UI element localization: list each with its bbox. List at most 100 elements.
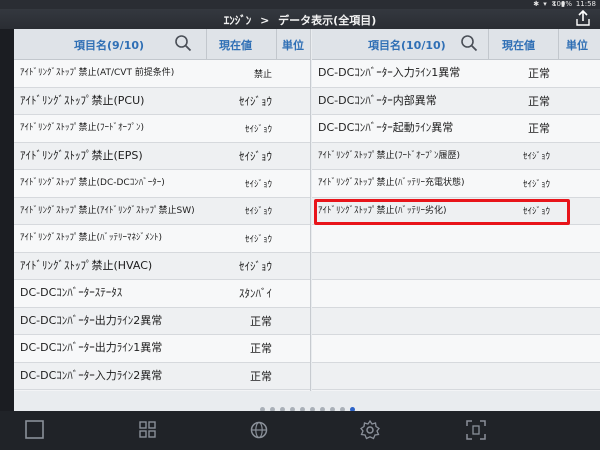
current-value-cell: ｾｲｼﾞｮｳ (244, 234, 272, 245)
current-value-cell (488, 335, 550, 362)
breadcrumb: ｴﾝｼﾞﾝ > データ表示(全項目) (0, 12, 600, 28)
current-value-cell: ｾｲｼﾞｮｳ (522, 152, 550, 163)
left-table-row[interactable]: ｱｲﾄﾞﾘﾝｸﾞｽﾄｯﾌﾟ禁止(EPS) ｾｲｼﾞｮｳ (14, 142, 310, 170)
left-data-table: 項目名(9/10) 現在値 単位 ｱｲﾄﾞﾘﾝｸﾞｽﾄｯﾌﾟ禁止(AT/CVT … (14, 29, 311, 391)
current-value-cell: ｾｲｼﾞｮｳ (239, 94, 272, 108)
item-name-cell (318, 308, 488, 335)
item-name-cell: DC-DCｺﾝﾊﾞｰﾀｰ起動ﾗｲﾝ異常 (318, 121, 454, 135)
item-name-cell: DC-DCｺﾝﾊﾞｰﾀｰ出力ﾗｲﾝ2異常 (20, 313, 163, 327)
current-value-cell (488, 280, 550, 307)
highlight-box (314, 199, 570, 225)
current-value-cell (488, 225, 550, 252)
current-value-cell: ｾｲｼﾞｮｳ (244, 179, 272, 190)
item-name-cell: ｱｲﾄﾞﾘﾝｸﾞｽﾄｯﾌﾟ禁止(ｱｲﾄﾞﾘﾝｸﾞｽﾄｯﾌﾟ禁止SW) (20, 205, 195, 216)
bottom-navigation (0, 411, 600, 450)
left-search-button[interactable] (174, 34, 192, 52)
left-table-row[interactable]: ｱｲﾄﾞﾘﾝｸﾞｽﾄｯﾌﾟ禁止(HVAC) ｾｲｼﾞｮｳ (14, 252, 310, 280)
current-value-cell: ｽﾀﾝﾊﾞｲ (239, 287, 272, 301)
right-table-header: 項目名(10/10) 現在値 単位 (312, 29, 600, 60)
unit-cell (276, 115, 310, 142)
left-table-row[interactable]: DC-DCｺﾝﾊﾞｰﾀｰｽﾃｰﾀｽ ｽﾀﾝﾊﾞｲ (14, 280, 310, 308)
right-table-row[interactable]: ｱｲﾄﾞﾘﾝｸﾞｽﾄｯﾌﾟ禁止(ﾊﾞｯﾃﾘｰ充電状態) ｾｲｼﾞｮｳ (312, 170, 600, 198)
unit-cell (558, 363, 600, 390)
right-header-current-value: 現在値 (502, 39, 535, 52)
export-button[interactable] (574, 9, 592, 28)
unit-cell (558, 170, 600, 197)
right-table-row[interactable]: DC-DCｺﾝﾊﾞｰﾀｰ入力ﾗｲﾝ1異常 正常 (312, 60, 600, 88)
right-table-row[interactable]: DC-DCｺﾝﾊﾞｰﾀｰ起動ﾗｲﾝ異常 正常 (312, 115, 600, 143)
unit-cell (276, 143, 310, 170)
settings-button[interactable] (359, 419, 381, 441)
right-table-row[interactable]: ｱｲﾄﾞﾘﾝｸﾞｽﾄｯﾌﾟ禁止(ﾌｰﾄﾞｵｰﾌﾟﾝ履歴) ｾｲｼﾞｮｳ (312, 142, 600, 170)
window-button[interactable] (24, 419, 46, 441)
unit-cell (276, 280, 310, 307)
scan-icon (466, 420, 486, 440)
item-name-cell: ｱｲﾄﾞﾘﾝｸﾞｽﾄｯﾌﾟ禁止(ﾊﾞｯﾃﾘｰ充電状態) (318, 178, 465, 189)
column-divider (206, 29, 207, 59)
current-value-cell: ｾｲｼﾞｮｳ (239, 149, 272, 163)
right-search-button[interactable] (460, 34, 478, 52)
breadcrumb-current: データ表示(全項目) (278, 14, 377, 27)
column-divider (276, 29, 277, 59)
right-table-row[interactable] (312, 225, 600, 253)
left-header-item-name[interactable]: 項目名(9/10) (74, 37, 144, 53)
column-divider (558, 29, 559, 59)
item-name-cell: ｱｲﾄﾞﾘﾝｸﾞｽﾄｯﾌﾟ禁止(PCU) (20, 93, 145, 107)
left-table-row[interactable]: DC-DCｺﾝﾊﾞｰﾀｰ出力ﾗｲﾝ2異常 正常 (14, 307, 310, 335)
current-value-cell (488, 253, 550, 280)
unit-cell (558, 143, 600, 170)
column-divider (488, 29, 489, 59)
settings-icon (360, 419, 380, 440)
item-name-cell (318, 280, 488, 307)
breadcrumb-separator: > (260, 14, 270, 27)
item-name-cell: ｱｲﾄﾞﾘﾝｸﾞｽﾄｯﾌﾟ禁止(DC-DCｺﾝﾊﾞｰﾀｰ) (20, 178, 165, 189)
data-display-screen: 項目名(9/10) 現在値 単位 ｱｲﾄﾞﾘﾝｸﾞｽﾄｯﾌﾟ禁止(AT/CVT … (14, 29, 600, 412)
right-table-row[interactable] (312, 362, 600, 390)
right-table-row[interactable] (312, 307, 600, 335)
search-icon (461, 35, 478, 52)
right-table-row[interactable]: DC-DCｺﾝﾊﾞｰﾀｰ内部異常 正常 (312, 87, 600, 115)
scan-button[interactable] (465, 419, 487, 441)
unit-cell (558, 225, 600, 252)
unit-cell (558, 88, 600, 115)
current-value-cell: ｾｲｼﾞｮｳ (244, 207, 272, 218)
unit-cell (276, 198, 310, 225)
unit-cell (276, 335, 310, 362)
left-table-row[interactable]: ｱｲﾄﾞﾘﾝｸﾞｽﾄｯﾌﾟ禁止(ｱｲﾄﾞﾘﾝｸﾞｽﾄｯﾌﾟ禁止SW) ｾｲｼﾞｮｳ (14, 197, 310, 225)
grid-button[interactable] (137, 419, 159, 441)
unit-cell (558, 308, 600, 335)
left-table-rows: ｱｲﾄﾞﾘﾝｸﾞｽﾄｯﾌﾟ禁止(AT/CVT 前提条件) 禁止 ｱｲﾄﾞﾘﾝｸﾞｽﾄ… (14, 60, 310, 390)
left-table-row[interactable]: ｱｲﾄﾞﾘﾝｸﾞｽﾄｯﾌﾟ禁止(ﾌｰﾄﾞｵｰﾌﾟﾝ) ｾｲｼﾞｮｳ (14, 115, 310, 143)
item-name-cell (318, 225, 488, 252)
unit-cell (276, 170, 310, 197)
item-name-cell: ｱｲﾄﾞﾘﾝｸﾞｽﾄｯﾌﾟ禁止(ﾌｰﾄﾞｵｰﾌﾟﾝ履歴) (318, 150, 461, 161)
current-value-cell: 禁止 (253, 69, 272, 80)
left-table-row[interactable]: DC-DCｺﾝﾊﾞｰﾀｰ出力ﾗｲﾝ1異常 正常 (14, 335, 310, 363)
right-header-unit: 単位 (566, 39, 588, 52)
unit-cell (276, 308, 310, 335)
right-table-row[interactable] (312, 280, 600, 308)
current-value-cell: 正常 (528, 94, 550, 108)
left-table-row[interactable]: ｱｲﾄﾞﾘﾝｸﾞｽﾄｯﾌﾟ禁止(ﾊﾞｯﾃﾘｰﾏﾈｼﾞﾒﾝﾄ) ｾｲｼﾞｮｳ (14, 225, 310, 253)
current-value-cell (488, 308, 550, 335)
left-header-unit: 単位 (282, 39, 304, 52)
globe-icon (250, 421, 268, 439)
unit-cell (558, 253, 600, 280)
left-table-row[interactable]: ｱｲﾄﾞﾘﾝｸﾞｽﾄｯﾌﾟ禁止(PCU) ｾｲｼﾞｮｳ (14, 87, 310, 115)
battery-level: 100% (551, 0, 572, 8)
window-icon (25, 420, 44, 439)
globe-button[interactable] (248, 419, 270, 441)
current-value-cell: 正常 (250, 342, 272, 356)
unit-cell (558, 115, 600, 142)
left-table-row[interactable]: ｱｲﾄﾞﾘﾝｸﾞｽﾄｯﾌﾟ禁止(DC-DCｺﾝﾊﾞｰﾀｰ) ｾｲｼﾞｮｳ (14, 170, 310, 198)
item-name-cell (318, 253, 488, 280)
breadcrumb-engine[interactable]: ｴﾝｼﾞﾝ (224, 14, 252, 27)
left-table-row[interactable]: DC-DCｺﾝﾊﾞｰﾀｰ入力ﾗｲﾝ2異常 正常 (14, 362, 310, 390)
right-table-row[interactable] (312, 252, 600, 280)
clock: 11:58 (575, 0, 596, 8)
right-header-item-name[interactable]: 項目名(10/10) (368, 37, 446, 53)
item-name-cell: ｱｲﾄﾞﾘﾝｸﾞｽﾄｯﾌﾟ禁止(ﾊﾞｯﾃﾘｰﾏﾈｼﾞﾒﾝﾄ) (20, 233, 163, 244)
right-table-row[interactable] (312, 335, 600, 363)
left-table-row[interactable]: ｱｲﾄﾞﾘﾝｸﾞｽﾄｯﾌﾟ禁止(AT/CVT 前提条件) 禁止 (14, 60, 310, 88)
right-table-rows: DC-DCｺﾝﾊﾞｰﾀｰ入力ﾗｲﾝ1異常 正常 DC-DCｺﾝﾊﾞｰﾀｰ内部異常 正常… (312, 60, 600, 390)
